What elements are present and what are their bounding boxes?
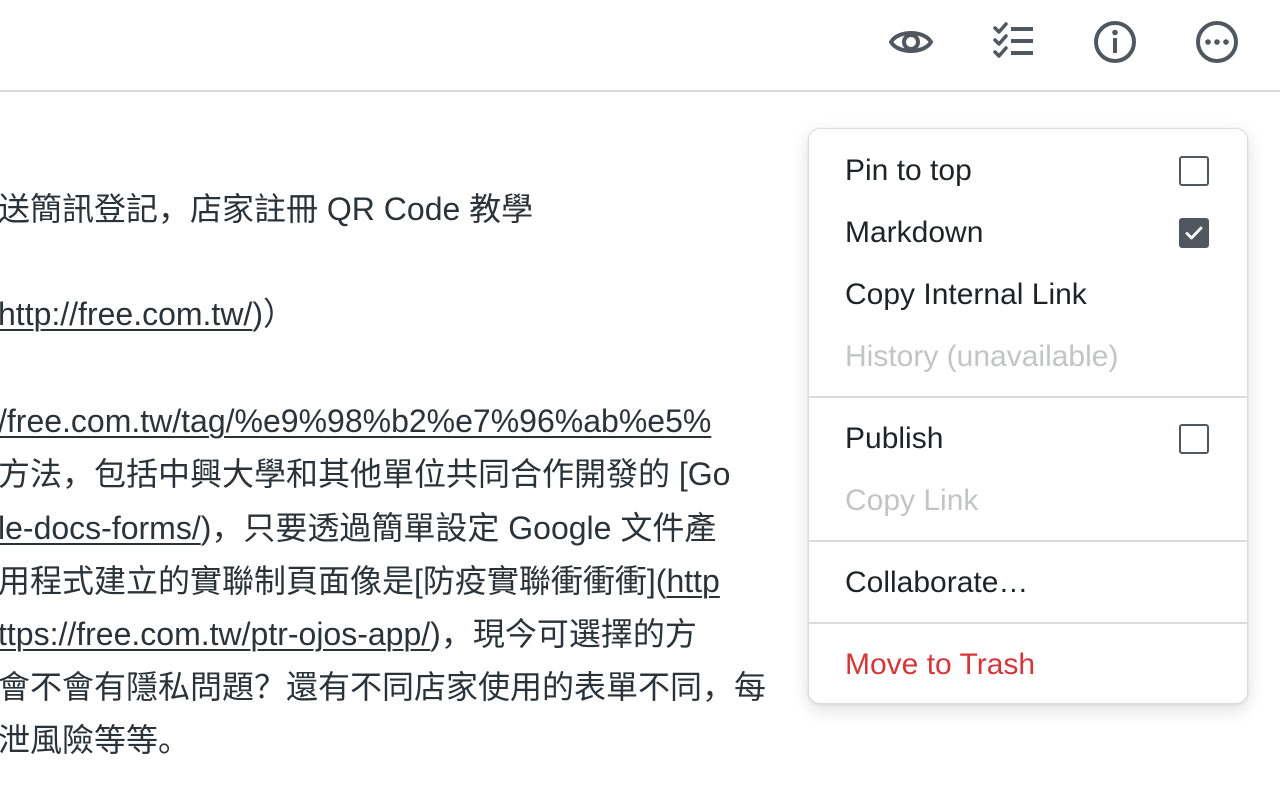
editor-line: http://free.com.tw/)） (0, 296, 295, 332)
link[interactable]: le-docs-forms/ (0, 510, 201, 546)
menu-divider (809, 622, 1247, 624)
publish-checkbox[interactable] (1179, 424, 1209, 454)
editor-line: 方法，包括中興大學和其他單位共同合作開發的 [Go (0, 456, 731, 492)
move-to-trash-item[interactable]: Move to Trash (845, 645, 1035, 685)
link[interactable]: /free.com.tw/tag/%e9%98%b2%e7%96%ab%e5% (0, 403, 711, 439)
editor-line: 用程式建立的實聯制頁面像是[防疫實聯衝衝衝](http (0, 563, 720, 599)
checklist-icon (993, 22, 1033, 58)
top-toolbar (0, 0, 1280, 92)
pin-to-top-item[interactable]: Pin to top (845, 151, 972, 191)
link[interactable]: http (666, 563, 719, 599)
markdown-item[interactable]: Markdown (845, 213, 983, 253)
eye-icon (889, 31, 933, 53)
pin-to-top-checkbox[interactable] (1179, 156, 1209, 186)
info-icon (1094, 21, 1136, 63)
publish-item[interactable]: Publish (845, 419, 943, 459)
checklist-button[interactable] (988, 17, 1038, 67)
editor-line: le-docs-forms/)，只要透過簡單設定 Google 文件產 (0, 510, 717, 546)
editor-line: 送簡訊登記，店家註冊 QR Code 教學 (0, 191, 534, 227)
collaborate-item[interactable]: Collaborate… (845, 563, 1028, 603)
link[interactable]: ttps://free.com.tw/ptr-ojos-app/ (0, 616, 430, 652)
note-actions-menu: Pin to top Markdown Copy Internal Link H… (808, 128, 1248, 704)
editor-line: ttps://free.com.tw/ptr-ojos-app/)，現今可選擇的… (0, 616, 697, 652)
preview-button[interactable] (886, 17, 936, 67)
menu-divider (809, 540, 1247, 542)
checkmark-icon (1185, 226, 1203, 240)
more-icon (1196, 21, 1238, 63)
menu-divider (809, 396, 1247, 398)
editor-line: 會不會有隱私問題？還有不同店家使用的表單不同，每 (0, 669, 767, 705)
copy-internal-link-item[interactable]: Copy Internal Link (845, 275, 1087, 315)
copy-link-item: Copy Link (845, 484, 979, 517)
history-item: History (unavailable) (845, 340, 1119, 373)
info-button[interactable] (1090, 17, 1140, 67)
editor-line: 泄風險等等。 (0, 722, 191, 758)
more-actions-button[interactable] (1192, 17, 1242, 67)
link[interactable]: http://free.com.tw/ (0, 296, 252, 332)
markdown-checkbox[interactable] (1179, 218, 1209, 248)
editor-line: /free.com.tw/tag/%e9%98%b2%e7%96%ab%e5% (0, 399, 711, 443)
